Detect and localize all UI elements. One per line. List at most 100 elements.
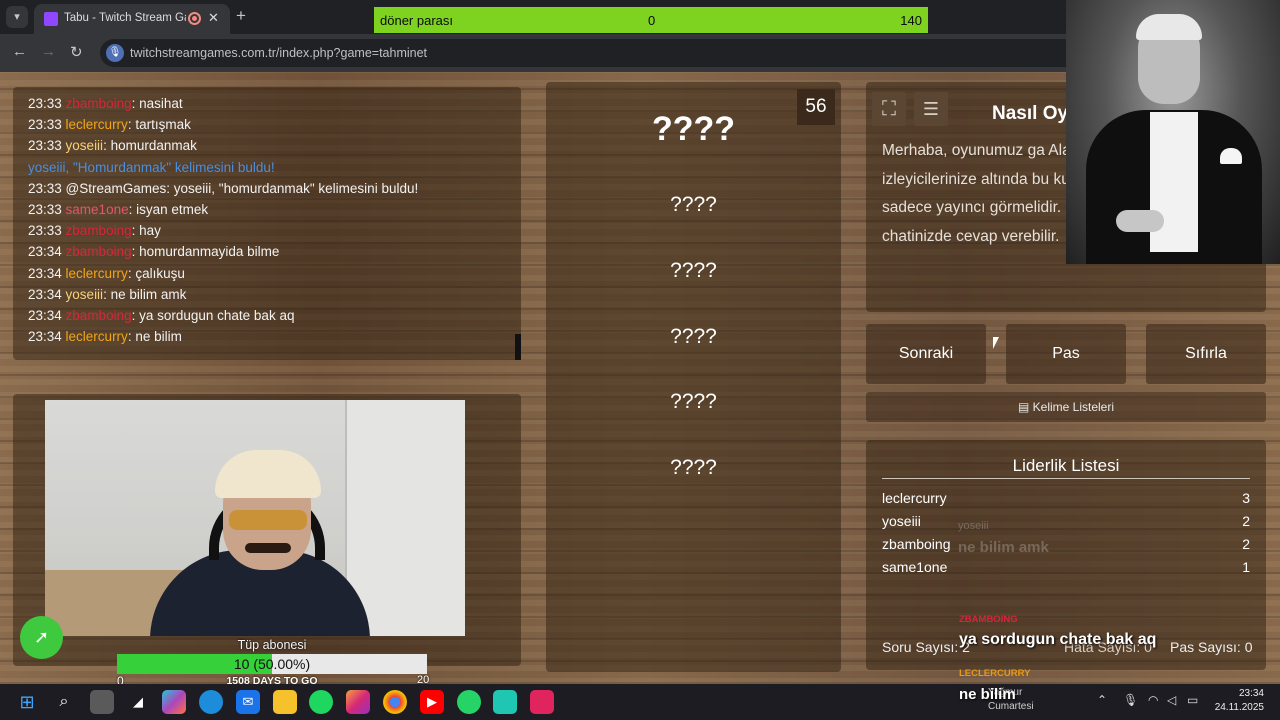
webcam-feed (45, 400, 465, 636)
microphone-icon[interactable]: 🎙 (106, 44, 124, 62)
chat-scrollbar[interactable] (515, 334, 521, 360)
sub-goal-title: Tüp abonesi (237, 638, 307, 652)
chat-message: : tartışmak (127, 117, 191, 133)
url-text[interactable]: twitchstreamgames.com.tr/index.php?game=… (130, 46, 427, 60)
forward-arrow-icon[interactable]: → (41, 43, 56, 60)
chat-line: 23:33 same1one: isyan etmek (28, 199, 507, 220)
streamer-cap (215, 450, 321, 498)
chat-time: 23:34 (28, 286, 66, 302)
chat-message: : hay (131, 223, 161, 239)
chat-line: 23:33 zbamboing: hay (28, 220, 507, 241)
sub-goal-icon: ➚ (20, 616, 63, 659)
copilot-icon[interactable] (162, 690, 186, 714)
chevron-up-icon[interactable]: ⌃ (1097, 693, 1107, 707)
player-score: 1 (1242, 559, 1250, 575)
chevron-down-icon[interactable]: ▾ (6, 6, 28, 28)
whatsapp-icon[interactable] (457, 690, 481, 714)
reset-button[interactable]: Sıfırla (1146, 324, 1266, 384)
new-tab-button[interactable]: + (236, 6, 246, 26)
chat-line: 23:34 yoseiii: ne bilim amk (28, 284, 507, 305)
chat-username[interactable]: zbamboing (66, 96, 132, 111)
outlook-icon[interactable]: ✉ (236, 690, 260, 714)
chat-username[interactable]: zbamboing (66, 223, 132, 238)
youtube-icon[interactable]: ▶ (420, 690, 444, 714)
word-lists-button[interactable]: ▤ Kelime Listeleri (866, 392, 1266, 422)
spotify-icon[interactable] (309, 690, 333, 714)
notes-icon[interactable]: ☰ (914, 92, 948, 126)
folder-icon[interactable] (273, 690, 297, 714)
player-score: 3 (1242, 490, 1250, 506)
word-card-panel (546, 82, 841, 672)
chrome-icon[interactable] (383, 690, 407, 714)
taboo-word: ???? (670, 390, 717, 413)
leaderboard-row: yoseiii 2 (882, 513, 1250, 535)
chat-message: @StreamGames: yoseiii, "homurdanmak" kel… (65, 180, 419, 196)
twitch-favicon-icon (44, 12, 58, 26)
wifi-icon[interactable]: ◠ (1148, 693, 1158, 707)
chat-username[interactable]: leclercurry (66, 329, 128, 344)
chat-message: : ne bilim amk (103, 286, 187, 302)
taboo-word: ???? (670, 456, 717, 479)
address-bar[interactable]: 🎙 twitchstreamgames.com.tr/index.php?gam… (100, 39, 1080, 67)
chat-line: 23:33 @StreamGames: yoseiii, "homurdanma… (28, 178, 507, 199)
taboo-word: ???? (670, 259, 717, 282)
browser-tab[interactable]: Tabu - Twitch Stream Games ✕ (34, 4, 230, 34)
taboo-word: ???? (670, 193, 717, 216)
webcam-background (345, 400, 465, 636)
chat-username[interactable]: yoseiii (66, 138, 104, 153)
chat-message: : nasihat (131, 96, 183, 111)
chat-username[interactable]: zbamboing (66, 244, 132, 259)
chat-username[interactable]: leclercurry (66, 117, 128, 132)
chat-username[interactable]: same1one (66, 202, 129, 217)
portrait-hair (1136, 14, 1202, 40)
chat-message: : çalıkuşu (127, 265, 185, 281)
back-arrow-icon[interactable]: ← (12, 43, 27, 60)
volume-icon[interactable]: ◁ (1167, 693, 1176, 707)
pass-count: Pas Sayısı: 0 (1170, 639, 1253, 655)
battery-icon[interactable]: ▭ (1187, 693, 1198, 707)
chat-message: : isyan etmek (128, 201, 209, 217)
leaderboard-row: leclercurry 3 (882, 490, 1250, 512)
chat-time: 23:33 (28, 201, 66, 217)
chat-username[interactable]: leclercurry (66, 266, 128, 281)
taboo-word: ???? (670, 325, 717, 348)
edge-icon[interactable] (199, 690, 223, 714)
pass-button[interactable]: Pas (1006, 324, 1126, 384)
question-count: Soru Sayısı: 2 (882, 639, 970, 655)
clock-time[interactable]: 23:34 (1214, 688, 1264, 699)
overlay-chat-message: ne bilim (959, 686, 1016, 703)
overlay-chat-message: ya sordugun chate bak aq (959, 631, 1157, 648)
clock-date[interactable]: 24.11.2025 (1206, 702, 1264, 713)
leaderboard-row: zbamboing 2 (882, 536, 1250, 558)
search-icon[interactable]: ⌕ (52, 690, 76, 714)
chat-username[interactable]: yoseiii (66, 287, 104, 302)
reload-icon[interactable]: ↻ (70, 43, 83, 61)
overlay-chat-user: ZBAMBOING (959, 614, 1018, 625)
player-score: 2 (1242, 536, 1250, 552)
chat-line: 23:34 zbamboing: ya sordugun chate bak a… (28, 305, 507, 326)
next-button[interactable]: Sonraki (866, 324, 986, 384)
leaderboard-divider (882, 478, 1250, 479)
player-score: 2 (1242, 513, 1250, 529)
player-name: yoseiii (882, 513, 921, 529)
chat-username[interactable]: zbamboing (66, 308, 132, 323)
chat-time: 23:33 (28, 138, 66, 154)
chat-username[interactable]: yoseiii, "Homurdanmak" kelimesini buldu! (28, 160, 275, 175)
chat-line: 23:34 leclercurry: çalıkuşu (28, 263, 507, 284)
windows-start-icon[interactable]: ⊞ (15, 690, 39, 714)
instagram-icon[interactable] (346, 690, 370, 714)
close-icon[interactable]: ✕ (208, 10, 219, 26)
kali-icon[interactable]: ◢ (126, 690, 150, 714)
chat-message: : ne bilim (127, 329, 182, 345)
chat-time: 23:33 (28, 117, 66, 133)
chat-time: 23:33 (28, 96, 66, 111)
chat-line: 23:33 yoseiii: homurdanmak (28, 135, 507, 156)
task-view-icon[interactable] (90, 690, 114, 714)
microphone-icon[interactable]: 🎙 (1123, 693, 1138, 707)
goal-target: 140 (900, 13, 922, 28)
app-icon[interactable] (493, 690, 517, 714)
fullscreen-icon[interactable]: ⛶ (872, 92, 906, 126)
chat-line: 23:33 zbamboing: nasihat (28, 93, 507, 114)
notebook-icon: ▤ (1017, 400, 1033, 414)
pinned-app-icon[interactable] (530, 690, 554, 714)
